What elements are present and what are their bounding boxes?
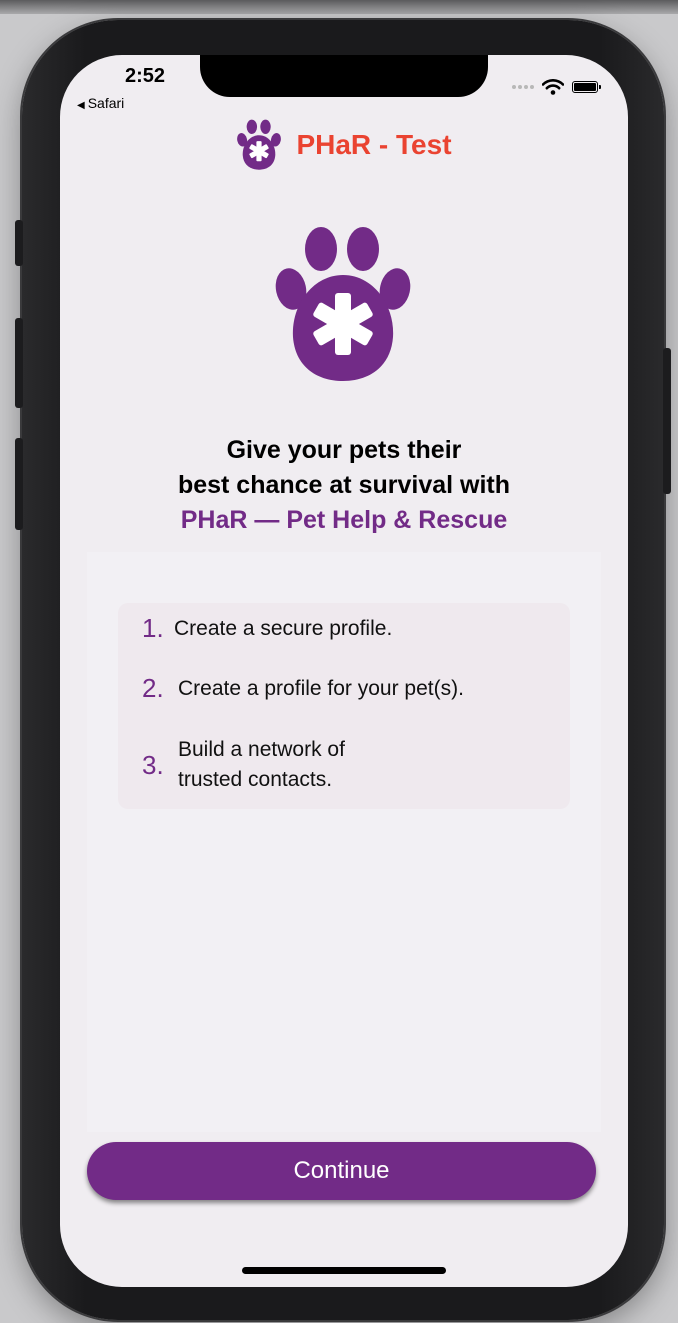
headline-brand-line: PHaR — Pet Help & Rescue — [180, 506, 508, 534]
home-indicator[interactable] — [242, 1267, 446, 1274]
volume-up-button — [15, 318, 23, 408]
power-button — [663, 348, 671, 494]
window-top-strip — [0, 0, 678, 14]
battery-icon — [572, 81, 601, 93]
paw-icon — [237, 119, 282, 170]
status-icons — [512, 77, 601, 97]
cellular-dots-icon — [512, 85, 534, 89]
steps-card: 1. Create a secure profile. 2. Create a … — [118, 603, 570, 809]
step-text: Build a network of trusted contacts. — [178, 735, 345, 795]
wifi-icon — [542, 79, 564, 95]
paw-icon — [275, 227, 411, 381]
notch — [200, 55, 488, 97]
nav-title-bar: PHaR - Test — [60, 117, 628, 173]
headline-line-1: Give your pets their — [226, 436, 462, 464]
nav-title: PHaR - Test — [296, 129, 452, 160]
list-item: 1. Create a secure profile. — [142, 613, 392, 644]
status-time: 2:52 — [124, 65, 166, 87]
step-text: Create a profile for your pet(s). — [178, 676, 464, 700]
step-text-line-1: Build a network of — [178, 738, 345, 761]
step-number: 1. — [142, 613, 164, 643]
phone-screen: 2:52 ◀ Safari PHaR - Test Give your pets… — [60, 55, 628, 1287]
back-triangle-icon: ◀ — [77, 100, 85, 111]
list-item: 2. Create a profile for your pet(s). — [142, 673, 464, 704]
back-to-safari-link[interactable]: ◀ Safari — [77, 95, 124, 111]
volume-down-button — [15, 438, 23, 530]
list-item: 3. Build a network of trusted contacts. — [142, 735, 345, 795]
mute-switch — [15, 220, 23, 266]
headline-line-2: best chance at survival with — [177, 471, 511, 499]
back-app-label: Safari — [87, 95, 125, 111]
intro-headline: Give your pets their best chance at surv… — [60, 433, 628, 538]
step-text: Create a secure profile. — [174, 616, 393, 640]
continue-button[interactable]: Continue — [87, 1142, 596, 1200]
step-text-line-2: trusted contacts. — [178, 768, 333, 791]
step-number: 3. — [142, 749, 164, 780]
step-number: 2. — [142, 673, 164, 703]
